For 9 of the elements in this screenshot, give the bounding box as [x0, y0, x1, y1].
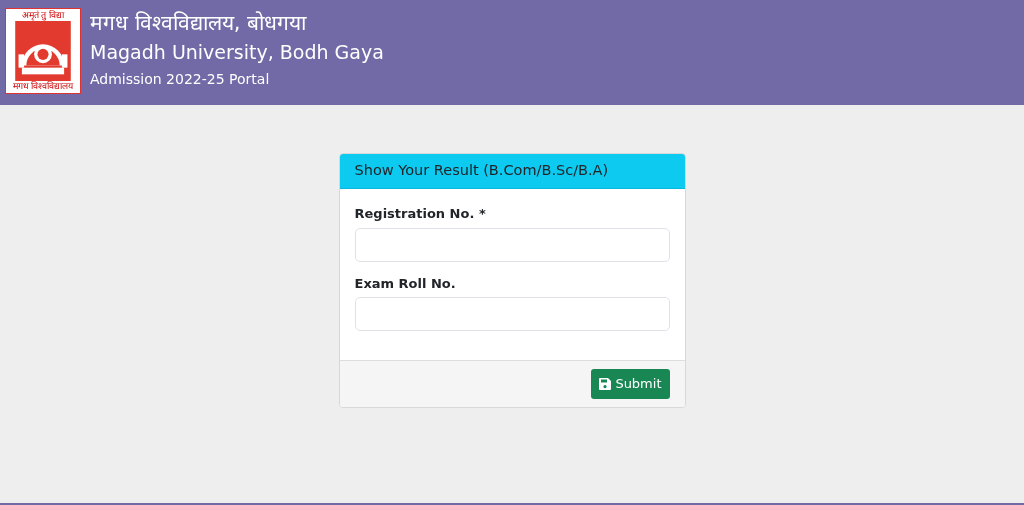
card-title: Show Your Result (B.Com/B.Sc/B.A) — [354, 161, 609, 181]
university-name: Magadh University, Bodh Gaya — [90, 40, 384, 65]
logo-caption: मगध विश्वविद्यालय — [12, 81, 74, 92]
field-label: Exam Roll No. — [354, 274, 457, 293]
portal-subtitle: Admission 2022-25 Portal — [90, 70, 271, 89]
logo-motto: अमृतं तु विद्या — [21, 10, 65, 21]
field-label: Registration No. * — [354, 205, 487, 223]
submit-button[interactable]: Submit — [591, 369, 670, 399]
university-name-hindi: मगध विश्वविद्यालय, बोधगया — [90, 10, 308, 37]
